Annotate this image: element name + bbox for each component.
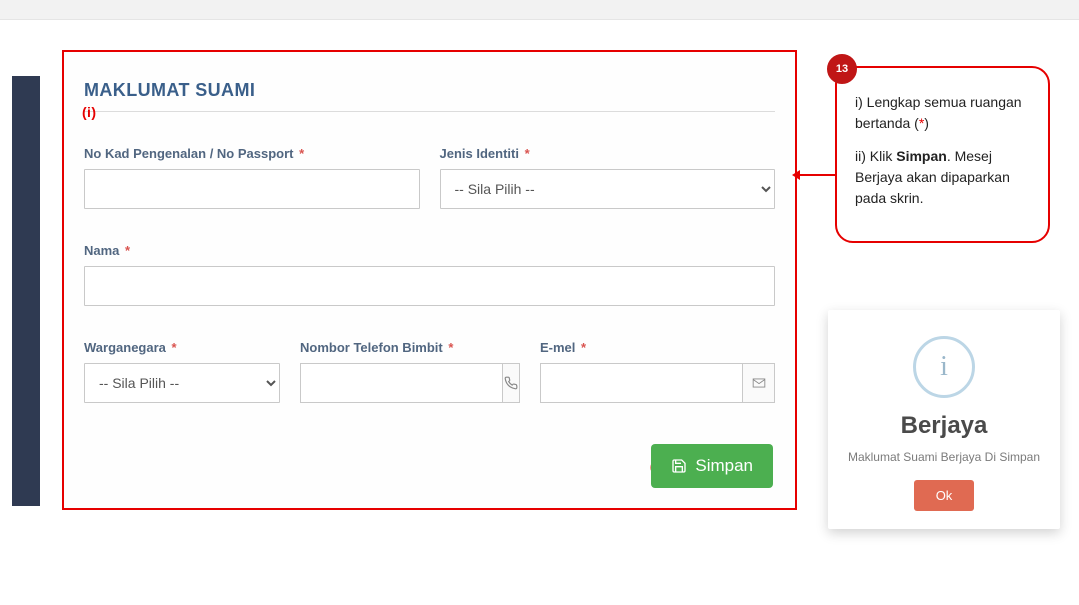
email-label: E-mel *: [540, 340, 775, 355]
required-asterisk: *: [448, 340, 453, 355]
phone-input[interactable]: [301, 364, 502, 402]
email-input-group: [540, 363, 775, 403]
modal-title: Berjaya: [840, 412, 1048, 440]
modal-message: Maklumat Suami Berjaya Di Simpan: [840, 450, 1048, 464]
success-modal: i Berjaya Maklumat Suami Berjaya Di Simp…: [828, 310, 1060, 529]
identity-type-label: Jenis Identiti *: [440, 146, 776, 161]
save-button-label: Simpan: [695, 456, 753, 476]
form-panel: MAKLUMAT SUAMI (i) No Kad Pengenalan / N…: [62, 50, 797, 510]
callout-arrow: [798, 174, 836, 176]
callout-line-1: i) Lengkap semua ruangan bertanda (*): [855, 92, 1034, 134]
required-asterisk: *: [172, 340, 177, 355]
ic-input[interactable]: [84, 169, 420, 209]
form-title-row: MAKLUMAT SUAMI (i): [84, 80, 775, 112]
instruction-callout: 13 i) Lengkap semua ruangan bertanda (*)…: [835, 66, 1050, 243]
identity-type-select[interactable]: -- Sila Pilih --: [440, 169, 776, 209]
email-input[interactable]: [541, 364, 742, 402]
ic-label: No Kad Pengenalan / No Passport *: [84, 146, 420, 161]
sidebar-strip: [12, 76, 40, 506]
info-icon: i: [913, 336, 975, 398]
save-button[interactable]: Simpan: [651, 444, 773, 488]
form-title: MAKLUMAT SUAMI: [84, 80, 255, 100]
step-badge: 13: [827, 54, 857, 84]
phone-label: Nombor Telefon Bimbit *: [300, 340, 520, 355]
nationality-label: Warganegara *: [84, 340, 280, 355]
phone-icon: [502, 364, 519, 402]
required-asterisk: *: [299, 146, 304, 161]
annotation-i: (i): [82, 104, 96, 120]
phone-input-group: [300, 363, 520, 403]
name-input[interactable]: [84, 266, 775, 306]
required-asterisk: *: [125, 243, 130, 258]
required-asterisk: *: [581, 340, 586, 355]
name-label: Nama *: [84, 243, 775, 258]
required-asterisk: *: [525, 146, 530, 161]
top-border: [0, 0, 1079, 20]
callout-line-2: ii) Klik Simpan. Mesej Berjaya akan dipa…: [855, 146, 1034, 209]
save-icon: [671, 458, 687, 474]
envelope-icon: [742, 364, 774, 402]
nationality-select[interactable]: -- Sila Pilih --: [84, 363, 280, 403]
modal-ok-button[interactable]: Ok: [914, 480, 975, 511]
